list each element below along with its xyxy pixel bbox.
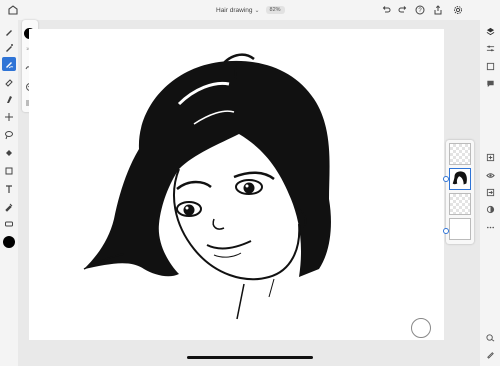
layer-thumbnail[interactable]	[449, 193, 471, 215]
left-toolbar	[0, 20, 18, 366]
fill-icon[interactable]	[2, 146, 16, 160]
grid-icon[interactable]	[484, 60, 496, 72]
home-indicator	[187, 356, 313, 359]
add-layer-icon[interactable]	[484, 151, 496, 163]
layer-visibility-marker	[443, 228, 449, 234]
layers-panel	[443, 140, 474, 244]
touch-shortcut-button[interactable]	[411, 318, 431, 338]
layer-thumbnail[interactable]	[449, 143, 471, 165]
move-icon[interactable]	[2, 110, 16, 124]
document-title-text: Hair drawing	[216, 6, 253, 14]
import-icon[interactable]	[484, 186, 496, 198]
touch-shortcut-icon[interactable]	[2, 217, 16, 231]
active-brush-icon[interactable]	[2, 57, 16, 71]
text-tool-icon[interactable]	[2, 182, 16, 196]
properties-icon[interactable]	[484, 42, 496, 54]
color-swatch[interactable]	[3, 236, 15, 248]
comments-icon[interactable]	[484, 77, 496, 89]
hair-drawing-artwork	[83, 53, 331, 320]
share-icon[interactable]	[432, 4, 444, 16]
redo-icon[interactable]	[397, 4, 409, 16]
layer-thumbnail[interactable]	[449, 218, 471, 240]
zoom-level[interactable]: 82%	[265, 6, 285, 14]
pixel-brush-icon[interactable]	[2, 41, 16, 55]
right-toolbar	[480, 20, 500, 366]
top-bar: Hair drawing ⌄ 82% ?	[0, 0, 500, 20]
timelapse-icon[interactable]	[484, 331, 496, 343]
pen-icon[interactable]	[484, 348, 496, 360]
help-icon[interactable]: ?	[414, 4, 426, 16]
home-icon[interactable]	[6, 3, 20, 17]
undo-icon[interactable]	[380, 4, 392, 16]
chevron-down-icon: ⌄	[254, 7, 260, 14]
layer-thumbnail-selected[interactable]	[449, 168, 471, 190]
eraser-icon[interactable]	[2, 75, 16, 89]
mask-icon[interactable]	[484, 203, 496, 215]
smudge-icon[interactable]	[2, 92, 16, 106]
shape-icon[interactable]	[2, 164, 16, 178]
layers-icon[interactable]	[484, 25, 496, 37]
eyedropper-icon[interactable]	[2, 200, 16, 214]
settings-icon[interactable]	[452, 4, 464, 16]
brush-tool-icon[interactable]	[2, 25, 16, 39]
more-icon[interactable]	[484, 221, 496, 233]
title-area: Hair drawing ⌄ 82%	[216, 3, 285, 17]
visibility-icon[interactable]	[484, 169, 496, 181]
layer-visibility-marker	[443, 176, 449, 182]
drawing-canvas[interactable]	[29, 29, 444, 340]
document-title[interactable]: Hair drawing ⌄	[216, 7, 260, 14]
lasso-icon[interactable]	[2, 128, 16, 142]
